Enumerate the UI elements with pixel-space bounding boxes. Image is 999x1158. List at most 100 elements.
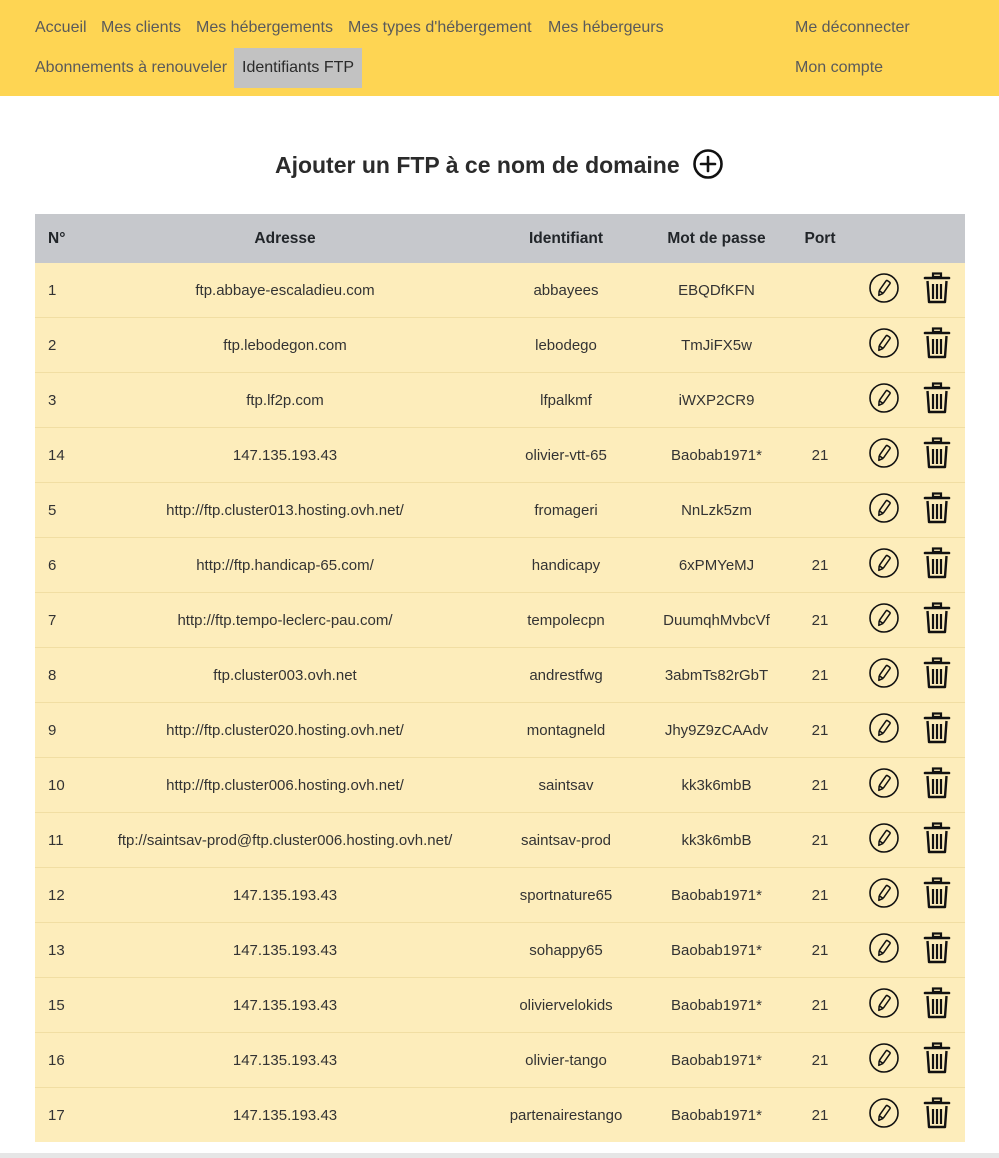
trash-icon[interactable] xyxy=(923,272,951,308)
table-row: 5 http://ftp.cluster013.hosting.ovh.net/f… xyxy=(35,482,965,538)
pencil-icon[interactable] xyxy=(868,932,900,968)
table-row: 17 147.135.193.43 partenairestango Baobab19… xyxy=(35,1087,965,1142)
pencil-icon[interactable] xyxy=(868,437,900,473)
cell-num: 7 xyxy=(35,592,90,648)
cell-edit xyxy=(859,263,908,318)
table-row: 15 147.135.193.43 oliviervelokids Baobab197… xyxy=(35,977,965,1033)
cell-port: 21 xyxy=(781,537,859,593)
pencil-icon[interactable] xyxy=(868,767,900,803)
pencil-icon[interactable] xyxy=(868,822,900,858)
nav-mes-hebergeurs[interactable]: Mes hébergeurs xyxy=(548,8,664,48)
cell-port: 21 xyxy=(781,977,859,1033)
trash-icon[interactable] xyxy=(923,602,951,638)
trash-icon[interactable] xyxy=(923,492,951,528)
cell-delete xyxy=(908,537,965,593)
header-delete xyxy=(908,214,965,263)
cell-delete xyxy=(908,812,965,868)
cell-identifiant: montagneld xyxy=(480,702,652,758)
table-row: 12 147.135.193.43 sportnature65 Baobab1971*… xyxy=(35,867,965,923)
cell-num: 5 xyxy=(35,482,90,538)
table-body: 1 ftp.abbaye-escaladieu.com abbayees EBQDfK… xyxy=(35,263,965,1142)
trash-icon[interactable] xyxy=(923,382,951,418)
nav-accueil[interactable]: Accueil xyxy=(35,8,87,48)
nav-abonnements[interactable]: Abonnements à renouveler xyxy=(35,48,227,88)
cell-identifiant: lfpalkmf xyxy=(480,372,652,428)
nav-identifiants-ftp[interactable]: Identifiants FTP xyxy=(234,48,363,88)
cell-mot-de-passe: 6xPMYeMJ xyxy=(652,537,781,593)
trash-icon[interactable] xyxy=(923,547,951,583)
pencil-icon[interactable] xyxy=(868,1042,900,1078)
cell-identifiant: abbayees xyxy=(480,263,652,318)
cell-delete xyxy=(908,702,965,758)
cell-num: 9 xyxy=(35,702,90,758)
pencil-icon[interactable] xyxy=(868,877,900,913)
cell-port: 21 xyxy=(781,922,859,978)
cell-mot-de-passe: Baobab1971* xyxy=(652,1087,781,1142)
table-header-row: N° Adresse Identifiant Mot de passe Port xyxy=(35,214,965,263)
cell-num: 17 xyxy=(35,1087,90,1142)
cell-identifiant: partenairestango xyxy=(480,1087,652,1142)
cell-port: 21 xyxy=(781,867,859,923)
cell-edit xyxy=(859,1087,908,1142)
page-title: Ajouter un FTP à ce nom de domaine xyxy=(274,152,680,179)
pencil-icon[interactable] xyxy=(868,327,900,363)
trash-icon[interactable] xyxy=(923,767,951,803)
plus-circle-icon[interactable] xyxy=(692,148,724,186)
trash-icon[interactable] xyxy=(923,437,951,473)
pencil-icon[interactable] xyxy=(868,987,900,1023)
cell-mot-de-passe: NnLzk5zm xyxy=(652,482,781,538)
nav-deconnecter[interactable]: Me déconnecter xyxy=(795,8,910,48)
pencil-icon[interactable] xyxy=(868,382,900,418)
nav-mon-compte[interactable]: Mon compte xyxy=(795,48,883,88)
cell-adresse: 147.135.193.43 xyxy=(90,427,480,483)
trash-icon[interactable] xyxy=(923,987,951,1023)
nav-mes-clients[interactable]: Mes clients xyxy=(101,8,181,48)
nav-mes-types-hebergement[interactable]: Mes types d'hébergement xyxy=(348,8,532,48)
cell-adresse: 147.135.193.43 xyxy=(90,922,480,978)
pencil-icon[interactable] xyxy=(868,547,900,583)
cell-adresse: ftp://saintsav-prod@ftp.cluster006.hosti… xyxy=(90,812,480,868)
pencil-icon[interactable] xyxy=(868,272,900,308)
cell-edit xyxy=(859,812,908,868)
trash-icon[interactable] xyxy=(923,932,951,968)
header-identifiant: Identifiant xyxy=(480,214,652,263)
top-navbar: Accueil Mes clients Mes hébergements Mes… xyxy=(0,0,999,96)
nav-mes-hebergements[interactable]: Mes hébergements xyxy=(196,8,333,48)
pencil-icon[interactable] xyxy=(868,712,900,748)
cell-delete xyxy=(908,372,965,428)
cell-port xyxy=(781,372,859,428)
trash-icon[interactable] xyxy=(923,877,951,913)
table-row: 1 ftp.abbaye-escaladieu.com abbayees EBQDfK… xyxy=(35,263,965,318)
header-num: N° xyxy=(35,214,90,263)
pencil-icon[interactable] xyxy=(868,602,900,638)
cell-adresse: http://ftp.cluster020.hosting.ovh.net/ xyxy=(90,702,480,758)
trash-icon[interactable] xyxy=(923,327,951,363)
cell-adresse: http://ftp.cluster013.hosting.ovh.net/ xyxy=(90,482,480,538)
cell-port: 21 xyxy=(781,812,859,868)
trash-icon[interactable] xyxy=(923,1097,951,1133)
cell-delete xyxy=(908,867,965,923)
cell-edit xyxy=(859,977,908,1033)
horizontal-scrollbar[interactable] xyxy=(0,1153,999,1158)
cell-identifiant: olivier-vtt-65 xyxy=(480,427,652,483)
pencil-icon[interactable] xyxy=(868,492,900,528)
table-row: 3 ftp.lf2p.com lfpalkmf iWXP2CR9 xyxy=(35,372,965,428)
cell-edit xyxy=(859,757,908,813)
cell-port xyxy=(781,263,859,318)
cell-adresse: ftp.cluster003.ovh.net xyxy=(90,647,480,703)
ftp-table: N° Adresse Identifiant Mot de passe Port… xyxy=(35,214,965,1142)
cell-adresse: ftp.lebodegon.com xyxy=(90,317,480,373)
trash-icon[interactable] xyxy=(923,822,951,858)
cell-num: 13 xyxy=(35,922,90,978)
cell-delete xyxy=(908,482,965,538)
header-edit xyxy=(859,214,908,263)
cell-port: 21 xyxy=(781,702,859,758)
trash-icon[interactable] xyxy=(923,657,951,693)
pencil-icon[interactable] xyxy=(868,1097,900,1133)
trash-icon[interactable] xyxy=(923,712,951,748)
pencil-icon[interactable] xyxy=(868,657,900,693)
trash-icon[interactable] xyxy=(923,1042,951,1078)
cell-edit xyxy=(859,372,908,428)
cell-adresse: http://ftp.tempo-leclerc-pau.com/ xyxy=(90,592,480,648)
table-row: 2 ftp.lebodegon.com lebodego TmJiFX5w xyxy=(35,317,965,373)
